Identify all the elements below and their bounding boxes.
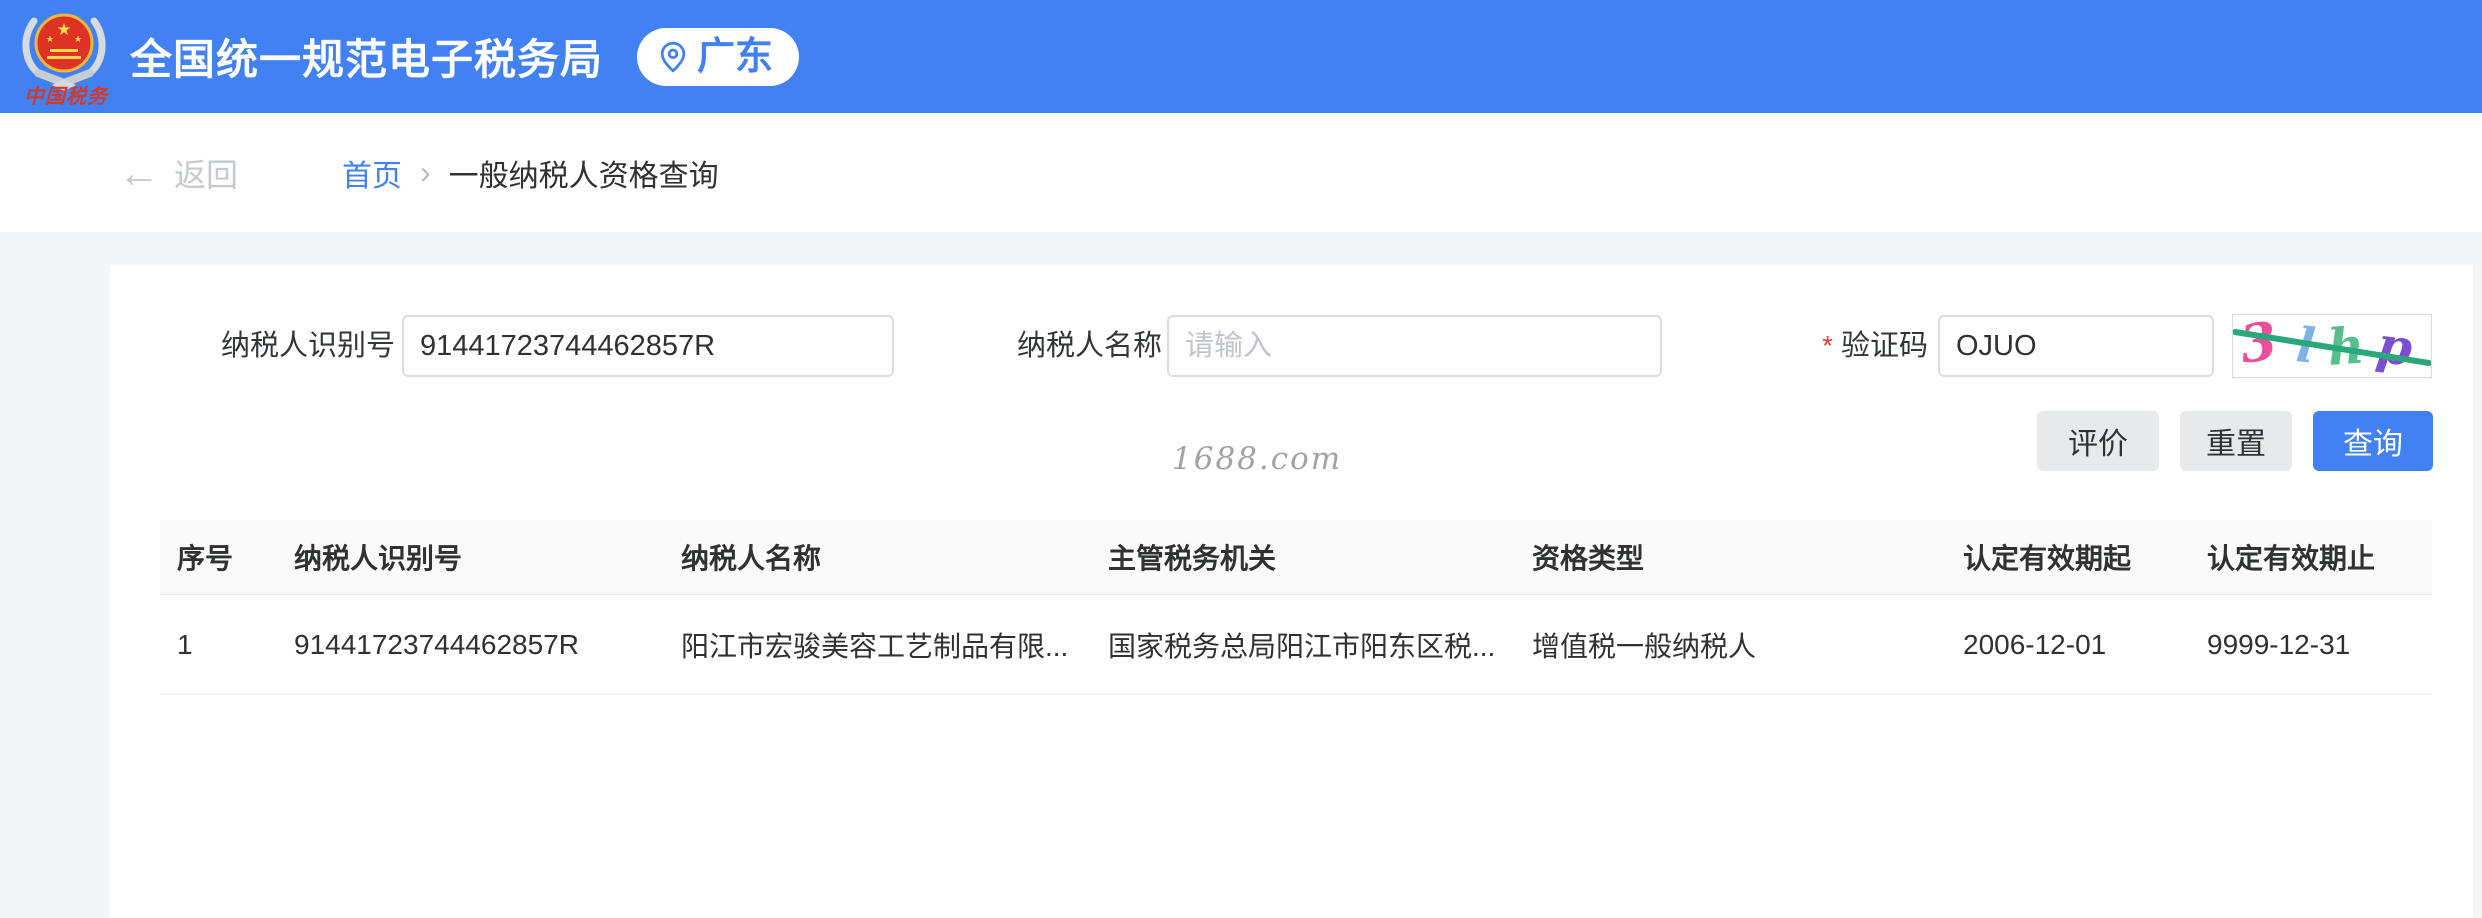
query-panel: 纳税人识别号 纳税人名称 *验证码 3 l h p 1688.com 评价 重置… xyxy=(110,265,2473,918)
col-header-tax-authority: 主管税务机关 xyxy=(1108,543,1277,574)
col-header-valid-from: 认定有效期起 xyxy=(1963,543,2132,574)
cell-taxpayer-name: 阳江市宏骏美容工艺制品有限... xyxy=(681,630,1069,662)
location-pin-icon xyxy=(660,41,686,73)
app-title: 全国统一规范电子税务局 xyxy=(130,36,604,83)
taxpayer-name-label: 纳税人名称 xyxy=(1016,330,1162,362)
col-header-valid-to: 认定有效期止 xyxy=(2207,543,2376,574)
captcha-char-4: p xyxy=(2373,315,2416,377)
region-label: 广东 xyxy=(697,35,774,78)
reset-button[interactable]: 重置 xyxy=(2180,411,2292,471)
svg-text:★: ★ xyxy=(74,34,82,44)
col-header-qualification-type: 资格类型 xyxy=(1532,543,1645,574)
back-button[interactable]: 返回 xyxy=(174,150,238,196)
breadcrumb: ← 返回 首页 › 一般纳税人资格查询 xyxy=(0,113,2482,232)
watermark: 1688.com xyxy=(1172,441,1343,477)
cell-tax-authority: 国家税务总局阳江市阳东区税... xyxy=(1108,630,1496,662)
captcha-image[interactable]: 3 l h p xyxy=(2232,310,2432,378)
captcha-input[interactable] xyxy=(1938,315,2214,377)
cell-valid-from: 2006-12-01 xyxy=(1963,628,2107,660)
captcha-glyphs: 3 l h p xyxy=(2232,310,2432,378)
svg-text:★: ★ xyxy=(46,34,54,44)
col-header-taxpayer-name: 纳税人名称 xyxy=(681,543,822,574)
captcha-label: * 验证码 xyxy=(1738,315,1928,377)
app-header: ★ ★ ★ 中国税务 全国统一规范电子税务局 广东 xyxy=(0,0,2482,113)
col-header-taxpayer-id: 纳税人识别号 xyxy=(294,543,463,574)
table-header-row: 序号 纳税人识别号 纳税人名称 主管税务机关 资格类型 认定有效期起 认定有效期… xyxy=(160,520,2432,595)
captcha-char-1: 3 xyxy=(2236,315,2280,376)
col-header-index: 序号 xyxy=(177,543,234,574)
cell-taxpayer-id: 91441723744462857R xyxy=(294,628,579,660)
tax-bureau-logo: ★ ★ ★ 中国税务 xyxy=(14,3,114,111)
region-selector[interactable]: 广东 xyxy=(637,27,800,86)
evaluate-button[interactable]: 评价 xyxy=(2037,411,2159,471)
required-mark: * xyxy=(1822,330,1833,361)
cell-valid-to: 9999-12-31 xyxy=(2207,628,2351,660)
back-arrow-icon[interactable]: ← xyxy=(118,151,160,194)
breadcrumb-separator: › xyxy=(420,154,431,190)
taxpayer-name-input[interactable] xyxy=(1167,315,1662,377)
page-title: 一般纳税人资格查询 xyxy=(448,159,719,193)
taxpayer-id-input[interactable] xyxy=(402,315,894,377)
cell-index: 1 xyxy=(177,628,193,660)
cell-qualification-type: 增值税一般纳税人 xyxy=(1532,630,1757,662)
captcha-label-text: 验证码 xyxy=(1840,330,1928,362)
logo-caption: 中国税务 xyxy=(24,83,108,108)
breadcrumb-home-link[interactable]: 首页 xyxy=(342,151,402,195)
page-root: { "colors": { "accent_blue": "#4181f2", … xyxy=(0,0,2482,918)
taxpayer-id-label: 纳税人识别号 xyxy=(220,330,395,362)
svg-text:★: ★ xyxy=(56,20,71,39)
query-button[interactable]: 查询 xyxy=(2313,411,2433,471)
table-row: 1 91441723744462857R 阳江市宏骏美容工艺制品有限... 国家… xyxy=(160,595,2432,695)
result-table: 序号 纳税人识别号 纳税人名称 主管税务机关 资格类型 认定有效期起 认定有效期… xyxy=(160,520,2432,695)
